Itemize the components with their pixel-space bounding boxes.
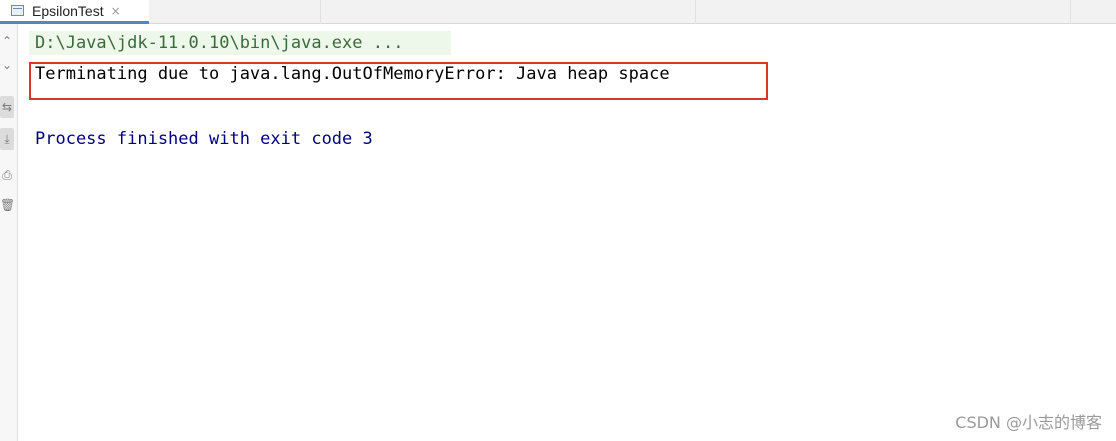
command-line[interactable]: D:\Java\jdk-11.0.10\bin\java.exe ... [35, 31, 403, 55]
soft-wrap-icon[interactable]: ⇆ [0, 96, 14, 118]
tab-divider [320, 0, 321, 24]
console-output[interactable]: D:\Java\jdk-11.0.10\bin\java.exe ... Ter… [19, 24, 1116, 441]
watermark: CSDN @小志的博客 [955, 413, 1102, 432]
tab-epsilontest[interactable]: EpsilonTest × [0, 0, 149, 24]
tab-bar: EpsilonTest × [0, 0, 1116, 24]
console-toolbar: ⌃ ⌄ ⇆ ⤓ ⎙ 🗑 [0, 24, 18, 441]
run-config-icon [11, 5, 24, 16]
error-highlight-box [29, 62, 768, 100]
close-icon[interactable]: × [111, 0, 121, 23]
scroll-to-end-icon[interactable]: ⤓ [0, 128, 14, 150]
tab-divider [1070, 0, 1071, 24]
arrow-down-icon[interactable]: ⌄ [0, 54, 14, 76]
tab-divider [695, 0, 696, 24]
trash-icon[interactable]: 🗑 [0, 194, 15, 216]
tab-label: EpsilonTest [32, 2, 104, 19]
print-icon[interactable]: ⎙ [0, 164, 14, 186]
arrow-up-icon[interactable]: ⌃ [0, 30, 14, 52]
exit-code-line: Process finished with exit code 3 [35, 129, 373, 149]
